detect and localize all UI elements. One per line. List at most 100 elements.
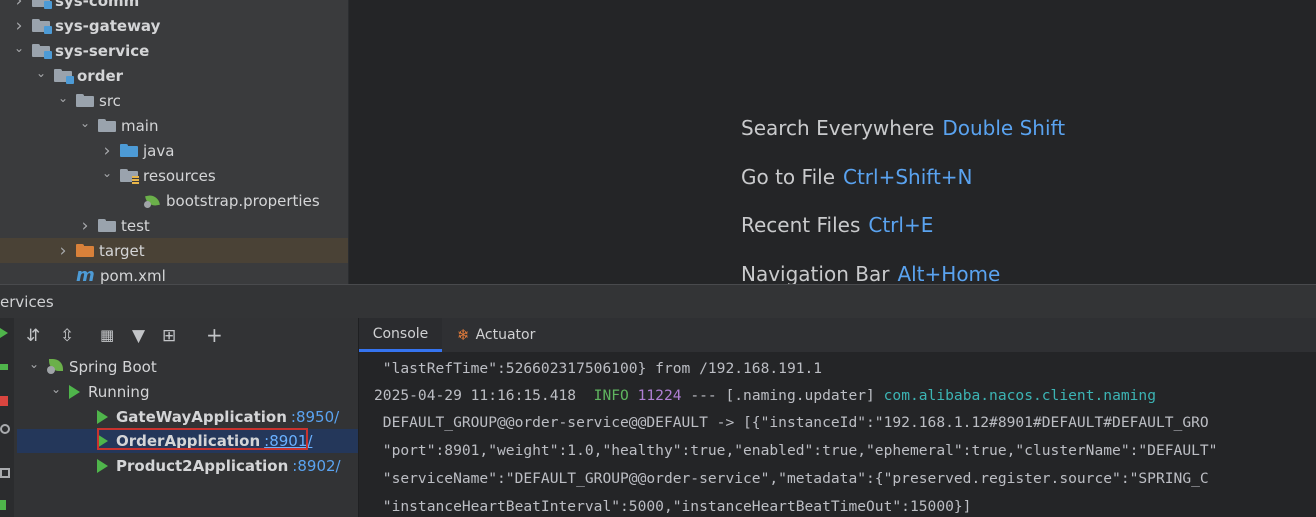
hint-go-to-file: Go to File Ctrl+Shift+N — [741, 165, 973, 189]
log-line: DEFAULT_GROUP@@order-service@@DEFAULT ->… — [374, 414, 1209, 431]
maven-icon: m — [76, 265, 95, 284]
app-name: OrderApplication — [116, 432, 261, 450]
chevron-right-icon[interactable] — [100, 144, 114, 158]
add-icon[interactable]: + — [206, 323, 223, 347]
tree-item-label: target — [99, 241, 145, 260]
debug-icon[interactable] — [0, 424, 10, 434]
tree-item-sys-service[interactable]: sys-service — [0, 38, 348, 63]
actuator-icon: ❄ — [457, 326, 470, 344]
hint-shortcut: Ctrl+E — [868, 213, 934, 237]
tree-item-label: test — [121, 216, 150, 235]
chevron-right-icon[interactable] — [12, 0, 26, 8]
chevron-down-icon[interactable] — [27, 360, 41, 374]
hint-navigation-bar: Navigation Bar Alt+Home — [741, 262, 1000, 286]
folder-icon — [98, 219, 116, 232]
services-title: ervices — [0, 293, 54, 311]
tree-item-label: sys-comm — [55, 0, 140, 10]
spring-properties-icon — [144, 194, 162, 208]
console-panel: Console ❄ Actuator "lastRefTime":5266023… — [358, 318, 1316, 517]
add-run-icon[interactable] — [0, 500, 6, 510]
services-side-toolbar — [0, 318, 14, 517]
chevron-right-icon[interactable] — [78, 219, 92, 233]
app-name: GateWayApplication — [116, 408, 287, 426]
run-status-icon — [97, 459, 108, 473]
port-link[interactable]: :8902/ — [292, 457, 340, 475]
tree-item-label: bootstrap.properties — [166, 191, 320, 210]
services-panel: ⇵ ⇳ ▦ ▼ ⊞ + Spring Boot Running GateWayA… — [0, 318, 358, 517]
spring-boot-icon — [47, 359, 65, 375]
module-folder-icon — [32, 19, 52, 34]
tree-item-label: resources — [143, 166, 216, 185]
hint-text: Recent Files — [741, 213, 861, 237]
chevron-right-icon[interactable] — [56, 244, 70, 258]
log-line: "instanceHeartBeatInterval":5000,"instan… — [374, 498, 972, 515]
port-link[interactable]: :8950/ — [291, 408, 339, 426]
services-tree-spring-boot[interactable]: Spring Boot — [17, 355, 358, 379]
service-order-application[interactable]: OrderApplication :8901/ — [17, 428, 358, 453]
tree-item-label: pom.xml — [100, 266, 166, 285]
tab-label: Actuator — [475, 327, 536, 343]
running-icon — [69, 385, 80, 399]
tab-actuator[interactable]: ❄ Actuator — [457, 318, 535, 352]
tree-item-sys-gateway[interactable]: sys-gateway — [0, 13, 348, 38]
chevron-down-icon[interactable] — [34, 69, 48, 83]
source-folder-icon — [120, 144, 138, 157]
hint-shortcut: Ctrl+Shift+N — [843, 165, 973, 189]
chevron-right-icon[interactable] — [12, 19, 26, 33]
module-folder-icon — [54, 69, 74, 84]
run-icon[interactable] — [0, 328, 8, 338]
services-tree-running[interactable]: Running — [17, 380, 358, 404]
filter-icon[interactable]: ▼ — [132, 326, 145, 346]
services-toolbar: ⇵ ⇳ ▦ ▼ ⊞ + — [14, 318, 358, 354]
log-logger: com.alibaba.nacos.client.naming — [883, 387, 1156, 404]
stop-icon[interactable] — [0, 396, 8, 406]
tree-node-label: Running — [88, 383, 150, 401]
tree-item-bootstrap-properties[interactable]: bootstrap.properties — [0, 188, 348, 213]
log-pid: 11224 — [628, 387, 682, 404]
tree-item-label: main — [121, 116, 159, 135]
hint-shortcut: Alt+Home — [897, 262, 1001, 286]
tree-item-pom-xml[interactable]: m pom.xml — [0, 263, 348, 284]
rerun-icon[interactable] — [0, 364, 8, 370]
hint-text: Search Everywhere — [741, 116, 935, 140]
collapse-all-icon[interactable]: ⇳ — [60, 326, 74, 346]
log-line: "lastRefTime":526602317506100} from /192… — [374, 360, 823, 377]
camera-icon[interactable] — [0, 468, 10, 478]
project-tree-panel: sys-comm sys-gateway sys-service order s… — [0, 0, 349, 284]
tree-item-order[interactable]: order — [0, 63, 348, 88]
tab-console[interactable]: Console — [359, 318, 442, 352]
new-service-icon[interactable]: ⊞ — [162, 326, 176, 346]
service-gateway-application[interactable]: GateWayApplication :8950/ — [17, 405, 358, 429]
service-product2-application[interactable]: Product2Application :8902/ — [17, 454, 358, 478]
tree-item-label: java — [143, 141, 175, 160]
run-status-icon — [97, 434, 108, 448]
log-timestamp: 2025-04-29 11:16:15.418 — [374, 387, 594, 404]
chevron-down-icon[interactable] — [49, 385, 63, 399]
tree-item-test[interactable]: test — [0, 213, 348, 238]
tree-item-java[interactable]: java — [0, 138, 348, 163]
log-line: "port":8901,"weight":1.0,"healthy":true,… — [374, 442, 1218, 459]
chevron-down-icon[interactable] — [56, 94, 70, 108]
chevron-down-icon[interactable] — [78, 119, 92, 133]
chevron-down-icon[interactable] — [100, 169, 114, 183]
folder-icon — [76, 94, 94, 107]
tree-item-src[interactable]: src — [0, 88, 348, 113]
excluded-folder-icon — [76, 244, 94, 257]
expand-all-icon[interactable]: ⇵ — [26, 326, 40, 346]
services-tool-window-header: ervices — [0, 284, 1316, 319]
group-by-icon[interactable]: ▦ — [100, 326, 114, 344]
tree-item-sys-comm[interactable]: sys-comm — [0, 0, 348, 13]
tree-item-resources[interactable]: resources — [0, 163, 348, 188]
port-link[interactable]: :8901/ — [264, 432, 312, 450]
app-name: Product2Application — [116, 457, 289, 475]
folder-icon — [98, 119, 116, 132]
log-line: "serviceName":"DEFAULT_GROUP@@order-serv… — [374, 470, 1209, 487]
tree-item-main[interactable]: main — [0, 113, 348, 138]
chevron-down-icon[interactable] — [12, 44, 26, 58]
log-level: INFO — [593, 387, 629, 404]
tree-item-label: src — [99, 91, 121, 110]
tree-item-target[interactable]: target — [0, 238, 348, 263]
console-tab-bar: Console ❄ Actuator — [359, 318, 1316, 352]
hint-text: Go to File — [741, 165, 835, 189]
run-status-icon — [97, 410, 108, 424]
